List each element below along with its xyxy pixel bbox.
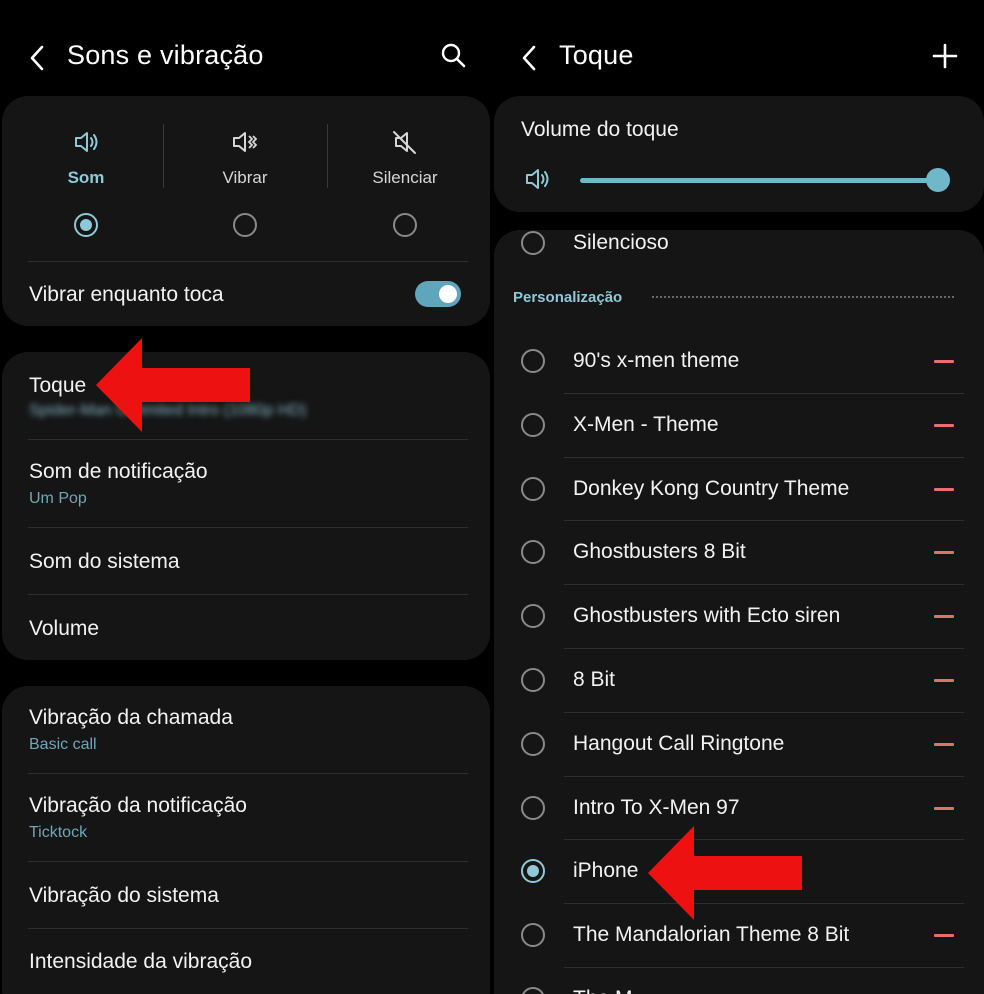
app-bar: Toque	[492, 0, 984, 96]
notification-sound-value: Um Pop	[29, 490, 87, 507]
ringtone-radio[interactable]	[521, 476, 545, 501]
remove-ringtone-icon[interactable]	[934, 360, 954, 363]
mode-vibrate[interactable]: Vibrar	[165, 120, 325, 240]
section-dotted-line	[652, 296, 954, 298]
remove-ringtone-icon[interactable]	[934, 679, 954, 682]
sound-mode-card: Som Vibrar Silenciar Vibrar enquanto toc…	[2, 96, 490, 326]
divider	[28, 261, 468, 262]
page-title: Sons e vibração	[67, 40, 264, 70]
system-sound-label: Som do sistema	[29, 550, 180, 573]
ringtone-item[interactable]: Hangout Call Ringtone	[494, 713, 984, 777]
vibration-settings-card: Vibração da chamada Basic call Vibração …	[2, 686, 490, 994]
vibration-intensity-setting[interactable]: Intensidade da vibração	[2, 929, 490, 994]
ringtone-radio[interactable]	[521, 923, 545, 948]
ringtone-radio[interactable]	[521, 731, 545, 756]
volume-slider-thumb[interactable]	[926, 168, 950, 192]
call-vibration-label: Vibração da chamada	[29, 706, 233, 729]
ringtone-item[interactable]: Ghostbusters with Ecto siren	[494, 585, 984, 649]
system-sound-setting[interactable]: Som do sistema	[2, 528, 490, 594]
volume-label: Volume	[29, 617, 100, 640]
ringtone-name: Ghostbusters 8 Bit	[573, 540, 746, 564]
ringtone-item[interactable]: 8 Bit	[494, 649, 984, 713]
remove-ringtone-icon[interactable]	[934, 806, 954, 810]
ringtone-name: The M	[573, 987, 633, 994]
page-title: Toque	[559, 40, 634, 70]
remove-ringtone-icon[interactable]	[934, 615, 954, 619]
system-vibration-setting[interactable]: Vibração do sistema	[2, 862, 490, 928]
silent-label: Silencioso	[573, 231, 669, 254]
speaker-icon	[75, 132, 98, 152]
mode-separator	[163, 124, 164, 188]
remove-ringtone-icon[interactable]	[934, 423, 954, 427]
remove-ringtone-icon[interactable]	[934, 487, 954, 491]
vibrate-icon	[233, 132, 258, 152]
notification-sound-setting[interactable]: Som de notificação Um Pop	[2, 440, 490, 528]
system-vibration-label: Vibração do sistema	[29, 884, 219, 907]
notification-vibration-setting[interactable]: Vibração da notificação Ticktock	[2, 774, 490, 862]
silent-option[interactable]: Silencioso	[494, 230, 984, 274]
notification-sound-label: Som de notificação	[29, 460, 208, 483]
sound-vibration-screen: Sons e vibração Som Vibrar Silenciar Vib…	[0, 0, 492, 994]
ringtone-radio[interactable]	[521, 604, 545, 629]
vibrate-while-ringing-label: Vibrar enquanto toca	[29, 283, 224, 306]
mode-mute[interactable]: Silenciar	[325, 120, 485, 240]
notification-vibration-value: Ticktock	[29, 824, 88, 841]
ringtone-name: iPhone	[573, 859, 639, 883]
mode-mute-radio[interactable]	[393, 213, 417, 237]
ringtone-item[interactable]: 90's x-men theme	[494, 330, 984, 394]
back-arrow-icon[interactable]	[518, 42, 542, 74]
ringtone-radio[interactable]	[521, 795, 545, 820]
ringtone-item[interactable]: Ghostbusters 8 Bit	[494, 521, 984, 586]
ringtone-radio[interactable]	[521, 349, 545, 373]
notification-vibration-label: Vibração da notificação	[29, 794, 247, 817]
ringtone-name: 90's x-men theme	[573, 349, 740, 372]
add-icon[interactable]	[929, 40, 961, 72]
call-vibration-setting[interactable]: Vibração da chamada Basic call	[2, 686, 490, 774]
ringtone-radio[interactable]	[521, 668, 545, 692]
remove-ringtone-icon[interactable]	[934, 551, 954, 555]
ringtone-name: Hangout Call Ringtone	[573, 731, 785, 755]
remove-ringtone-icon[interactable]	[934, 742, 954, 746]
ringtone-name: Intro To X-Men 97	[573, 795, 740, 819]
back-arrow-icon[interactable]	[26, 42, 50, 74]
ringtone-item[interactable]: Donkey Kong Country Theme	[494, 458, 984, 522]
app-bar: Sons e vibração	[0, 0, 492, 96]
red-arrow-annotation	[96, 338, 250, 432]
ringtone-name: X-Men - Theme	[573, 412, 719, 436]
ringtone-screen: Toque Volume do toque Silencioso Persona…	[492, 0, 984, 994]
mode-mute-label: Silenciar	[372, 168, 438, 187]
ringtone-setting-label: Toque	[29, 374, 87, 397]
ringtone-volume-card: Volume do toque	[494, 96, 984, 212]
ringtone-radio[interactable]	[521, 540, 545, 565]
mode-vibrate-radio[interactable]	[233, 213, 257, 237]
mute-icon	[393, 131, 416, 154]
volume-slider-track[interactable]	[580, 178, 938, 183]
call-vibration-value: Basic call	[29, 736, 97, 753]
ringtone-name: 8 Bit	[573, 668, 616, 691]
mode-sound-radio[interactable]	[74, 213, 98, 237]
vibration-intensity-label: Intensidade da vibração	[29, 950, 252, 973]
red-arrow-annotation	[648, 826, 802, 920]
mode-sound[interactable]: Som	[6, 120, 166, 240]
ringtone-radio[interactable]	[521, 987, 545, 994]
ringtone-volume-label: Volume do toque	[521, 118, 679, 141]
section-header: Personalização	[513, 289, 623, 306]
ringtone-item[interactable]: The M	[494, 968, 984, 994]
mode-sound-label: Som	[67, 168, 105, 187]
vibrate-while-ringing-toggle[interactable]	[415, 281, 461, 307]
ringtone-item[interactable]: X-Men - Theme	[494, 394, 984, 458]
ringtone-radio[interactable]	[521, 859, 545, 884]
volume-setting[interactable]: Volume	[2, 595, 490, 660]
remove-ringtone-icon[interactable]	[934, 934, 954, 938]
mode-vibrate-label: Vibrar	[222, 168, 268, 187]
speaker-icon[interactable]	[524, 166, 552, 192]
silent-radio[interactable]	[521, 231, 545, 255]
search-icon[interactable]	[438, 40, 470, 72]
ringtone-name: The Mandalorian Theme 8 Bit	[573, 923, 850, 947]
ringtone-name: Ghostbusters with Ecto siren	[573, 604, 841, 628]
ringtone-name: Donkey Kong Country Theme	[573, 476, 850, 500]
ringtone-radio[interactable]	[521, 412, 545, 437]
